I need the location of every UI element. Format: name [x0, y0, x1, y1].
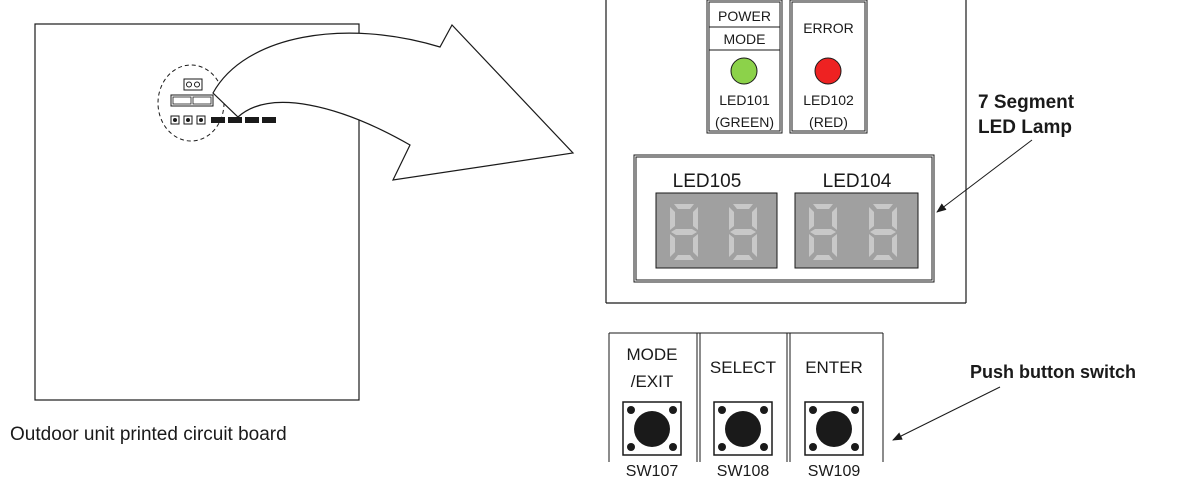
seven-segment-callout-line1: 7 Segment — [978, 92, 1075, 113]
led105-label: LED105 — [673, 171, 742, 192]
seven-segment-callout-arrow — [936, 139, 1033, 213]
error-indicator: ERROR LED102 (RED) — [789, 0, 868, 134]
mode-exit-label-line1: MODE — [627, 345, 678, 364]
sw107-label: SW107 — [626, 463, 679, 480]
led102-label: LED102 — [803, 92, 854, 108]
push-button-callout: Push button switch — [970, 362, 1136, 382]
sw108-label: SW108 — [717, 463, 770, 480]
mode-exit-label-line2: /EXIT — [631, 372, 674, 391]
enter-label: ENTER — [805, 358, 863, 377]
power-indicator: POWER MODE LED101 (GREEN) — [706, 0, 783, 134]
green-led — [730, 57, 758, 85]
error-label: ERROR — [803, 20, 854, 36]
select-label: SELECT — [710, 358, 776, 377]
mode-exit-button[interactable]: MODE /EXIT SW107 — [622, 345, 682, 480]
led101-label: LED101 — [719, 92, 770, 108]
seven-segment-group: LED105 LED104 — [633, 154, 935, 283]
mode-label: MODE — [724, 31, 766, 47]
red-color-label: (RED) — [809, 114, 848, 130]
red-led — [814, 57, 842, 85]
green-color-label: (GREEN) — [715, 114, 774, 130]
sw109-label: SW109 — [808, 463, 861, 480]
enter-button[interactable]: ENTER SW109 — [804, 358, 864, 480]
push-button-callout-arrow — [892, 386, 1001, 441]
power-label: POWER — [718, 8, 771, 24]
pcb-caption: Outdoor unit printed circuit board — [10, 424, 287, 445]
seven-segment-callout-line2: LED Lamp — [978, 117, 1072, 138]
select-button[interactable]: SELECT SW108 — [710, 358, 776, 480]
led104-label: LED104 — [823, 171, 892, 192]
